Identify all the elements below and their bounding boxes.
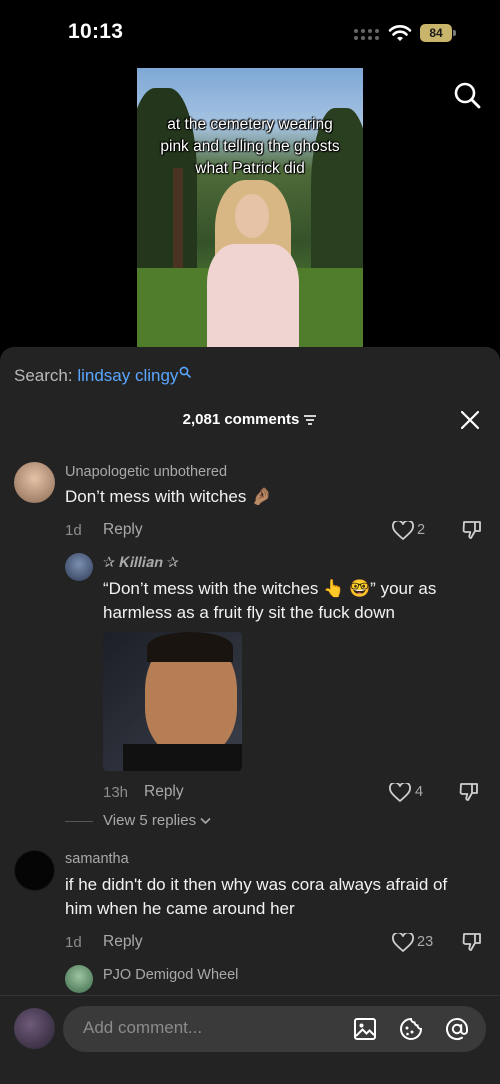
at-icon[interactable] (444, 1016, 470, 1042)
battery-icon: 84 (420, 24, 456, 42)
heart-icon[interactable] (389, 783, 411, 803)
comment-input[interactable]: Add comment... (63, 1006, 486, 1052)
comments-sheet: Search: lindsay clingy 2,081 comments Un… (0, 347, 500, 1084)
comment-input-placeholder: Add comment... (83, 1018, 203, 1037)
comment-image[interactable] (103, 632, 242, 771)
reply-button[interactable]: Reply (103, 521, 143, 539)
video-caption-line: at the cemetery wearing (167, 116, 333, 133)
reply-button[interactable]: Reply (103, 933, 143, 951)
comment-age: 13h (103, 784, 129, 801)
comment-age: 1d (65, 522, 82, 539)
video-person-face (235, 194, 269, 238)
search-suggestion[interactable]: Search: lindsay clingy (14, 366, 192, 386)
comment-text: Don’t mess with witches 🤌🏽 (65, 487, 273, 506)
status-time: 10:13 (68, 20, 124, 43)
search-icon[interactable] (452, 80, 482, 110)
dislike-icon[interactable] (458, 781, 480, 803)
avatar[interactable] (14, 462, 55, 503)
like-count: 4 (415, 784, 424, 800)
comment-text-line: him when he came around her (65, 899, 295, 918)
image-icon[interactable] (352, 1016, 378, 1042)
replies-divider (65, 821, 93, 822)
heart-icon[interactable] (392, 521, 414, 541)
reply-button[interactable]: Reply (144, 783, 184, 801)
chevron-down-icon (200, 817, 211, 825)
status-bar: 10:13 84 (0, 0, 500, 66)
filter-icon[interactable] (303, 414, 317, 426)
comment-image-hair (147, 632, 233, 662)
comment-text: if he didn't do it then why was cora alw… (65, 873, 447, 921)
video-caption: at the cemetery wearing pink and telling… (137, 114, 363, 180)
emoji-icon[interactable] (398, 1016, 424, 1042)
comments-count-header[interactable]: 2,081 comments (0, 411, 500, 428)
comments-count: 2,081 comments (182, 411, 300, 428)
avatar[interactable] (14, 850, 55, 891)
video-caption-line: what Patrick did (195, 160, 305, 177)
comment-username[interactable]: ✰ 𝑲𝒊𝒍𝒍𝒊𝒂𝒏 ✰ (103, 555, 179, 571)
comment-text-line: “Don’t mess with the witches 👆 🤓” your a… (103, 579, 437, 598)
cellular-signal-icon (354, 29, 380, 41)
video-preview[interactable]: at the cemetery wearing pink and telling… (137, 68, 363, 358)
comment-text: “Don’t mess with the witches 👆 🤓” your a… (103, 577, 436, 625)
view-replies-button[interactable]: View 5 replies (103, 812, 211, 829)
comment-age: 1d (65, 934, 82, 951)
avatar[interactable] (65, 965, 93, 993)
close-icon[interactable] (459, 409, 481, 431)
comment-username[interactable]: samantha (65, 851, 129, 867)
avatar[interactable] (65, 553, 93, 581)
dislike-icon[interactable] (461, 519, 483, 541)
comment-composer: Add comment... (0, 995, 500, 1084)
avatar[interactable] (14, 1008, 55, 1049)
comment-username[interactable]: PJO Demigod Wheel (103, 967, 238, 983)
like-count: 23 (417, 934, 434, 950)
video-caption-line: pink and telling the ghosts (160, 138, 340, 155)
search-term-link[interactable]: lindsay clingy (77, 366, 178, 385)
comment-text-line: harmless as a fruit fly sit the fuck dow… (103, 603, 395, 622)
comment-image-shirt (123, 744, 242, 771)
like-count: 2 (417, 522, 426, 538)
comment-text-line: if he didn't do it then why was cora alw… (65, 875, 448, 894)
video-person-dress (207, 244, 299, 358)
search-prefix: Search: (14, 366, 73, 385)
wifi-icon (388, 25, 412, 41)
battery-level: 84 (429, 26, 443, 40)
dislike-icon[interactable] (461, 931, 483, 953)
search-icon (180, 366, 192, 378)
heart-icon[interactable] (392, 933, 414, 953)
view-replies-label: View 5 replies (103, 812, 197, 829)
comment-username[interactable]: Unapologetic unbothered (65, 464, 227, 480)
